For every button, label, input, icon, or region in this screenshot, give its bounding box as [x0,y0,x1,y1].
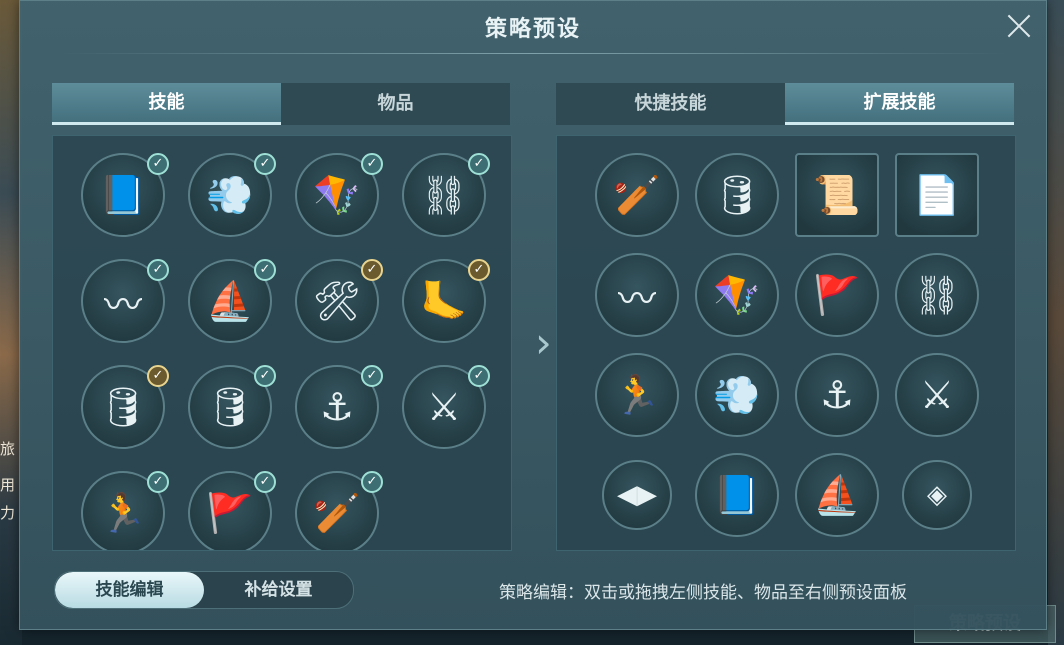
skill-slot[interactable]: 🚩 [795,253,879,337]
skill-slot[interactable]: 💨 ✓ [188,153,276,237]
sail-flag-icon: 🚩 [813,272,861,317]
right-tab-bar: 快捷技能 扩展技能 [556,83,1014,125]
skill-slot[interactable]: 🛢 ✓ [81,365,169,449]
wanted-poster-icon: 📄 [913,172,961,217]
skill-slot[interactable]: ⚔ ✓ [402,365,490,449]
skill-slot[interactable]: ⛓ ✓ [402,153,490,237]
check-icon: ✓ [468,153,490,175]
chain-shot-icon: ⛓ [912,272,962,317]
skill-slot[interactable]: 🚩 ✓ [188,471,276,550]
background-text: 力 [0,504,16,522]
tab-quick-skills[interactable]: 快捷技能 [556,83,785,125]
skill-slot[interactable]: ◀▶ [602,460,672,530]
oar-icon: 🏏 [613,172,661,217]
layers-icon: ◈ [927,480,947,510]
skill-book-icon: 📘 [713,472,761,517]
skill-slot[interactable]: 🏏 [595,153,679,237]
check-icon: ✓ [147,153,169,175]
background-right-scenery [1048,0,1064,645]
skill-slot[interactable]: ⚔ [895,353,979,437]
check-icon: ✓ [361,153,383,175]
left-tab-bar: 技能 物品 [52,83,510,125]
kite-cannonball-icon: 🪁 [713,272,761,317]
skill-slot[interactable]: 🪁 [695,253,779,337]
left-skill-grid: 📘 ✓ 💨 ✓ 🪁 ✓ ⛓ ✓ 〰 ✓ ⛵ ✓ 🛠 ✓ 🦶 ✓ 🛢 ✓ 🛢 ✓ ⚓ ✓ ⚔ ✓ 🏃 ✓ 🚩 ✓ 🏏 ✓ [52,135,512,551]
carry-cannonballs-icon: 🏃 [613,372,661,417]
title-divider [60,53,1006,54]
skill-slot[interactable]: ⚓ ✓ [295,365,383,449]
skill-slot[interactable]: 〰 [595,253,679,337]
edit-hint-text: 策略编辑：双击或拖拽左侧技能、物品至右侧预设面板 [499,583,907,603]
skill-slot[interactable]: ⚓ [795,353,879,437]
skill-slot[interactable]: ⛵ ✓ [188,259,276,343]
check-icon: ✓ [254,471,276,493]
background-text: 旅 [0,440,16,458]
supply-settings-button[interactable]: 补给设置 [204,572,353,608]
powder-barrel-icon: 🛢 [712,172,762,217]
skill-slot[interactable]: 📜 [795,153,879,237]
check-icon: ✓ [361,365,383,387]
background-text: 用 [0,476,16,494]
skill-slot[interactable]: 📘 [695,453,779,537]
cannonball-dash-icon: 💨 [713,372,761,417]
skill-slot[interactable]: 🪁 ✓ [295,153,383,237]
skill-slot[interactable]: 📄 [895,153,979,237]
tab-skills[interactable]: 技能 [52,83,281,125]
check-icon: ✓ [147,365,169,387]
skill-slot[interactable]: 🏃 ✓ [81,471,169,550]
skill-slot[interactable]: 🛢 [695,153,779,237]
check-icon: ✓ [468,365,490,387]
skill-slot[interactable]: 〰 ✓ [81,259,169,343]
skill-slot[interactable]: 🛠 ✓ [295,259,383,343]
strategy-preset-panel: 策略预设 技能 物品 📘 ✓ 💨 ✓ 🪁 ✓ ⛓ ✓ 〰 ✓ ⛵ ✓ 🛠 ✓ 🦶 ✓ 🛢 ✓ 🛢 ✓ ⚓ ✓ ⚔ ✓ 🏃 ✓ 🚩 ✓ 🏏… [19,0,1047,630]
check-icon: ✓ [361,259,383,281]
right-preset-grid: 🏏 🛢 📜 📄 〰 🪁 🚩 ⛓ 🏃 💨 ⚓ ⚔ ◀▶ 📘 ⛵ ◈ [556,135,1016,551]
check-icon: ✓ [254,153,276,175]
ship-ram-icon: ⛵ [813,472,861,517]
fleet-battle-icon: ⚓ [819,373,855,417]
skill-slot[interactable]: ⛵ [795,453,879,537]
skill-slot[interactable]: ◈ [902,460,972,530]
skill-slot[interactable]: 🏏 ✓ [295,471,383,550]
volley-claw-icon: 〰 [617,276,656,321]
skill-slot[interactable]: 📘 ✓ [81,153,169,237]
panel-title: 策略预设 [484,17,581,42]
skill-slot[interactable]: 🛢 ✓ [188,365,276,449]
tab-items[interactable]: 物品 [281,83,510,125]
check-icon: ✓ [147,471,169,493]
skill-slot[interactable]: 🦶 ✓ [402,259,490,343]
swap-swords-icon: ⚔ [919,373,955,417]
check-icon: ✓ [147,259,169,281]
check-icon: ✓ [254,365,276,387]
check-icon: ✓ [468,259,490,281]
skill-slot[interactable]: 🏃 [595,353,679,437]
check-icon: ✓ [254,259,276,281]
skill-slot[interactable]: 💨 [695,353,779,437]
left-right-arrows-icon: ◀▶ [617,480,657,510]
chevron-right-icon: › [535,318,552,367]
mode-toggle: 技能编辑 补给设置 [54,571,354,609]
scroll-icon: 📜 [813,172,861,217]
skill-slot[interactable]: ⛓ [895,253,979,337]
close-icon[interactable] [1002,9,1036,43]
tab-extended-skills[interactable]: 扩展技能 [785,83,1014,125]
check-icon: ✓ [361,471,383,493]
skill-edit-button[interactable]: 技能编辑 [55,572,204,608]
